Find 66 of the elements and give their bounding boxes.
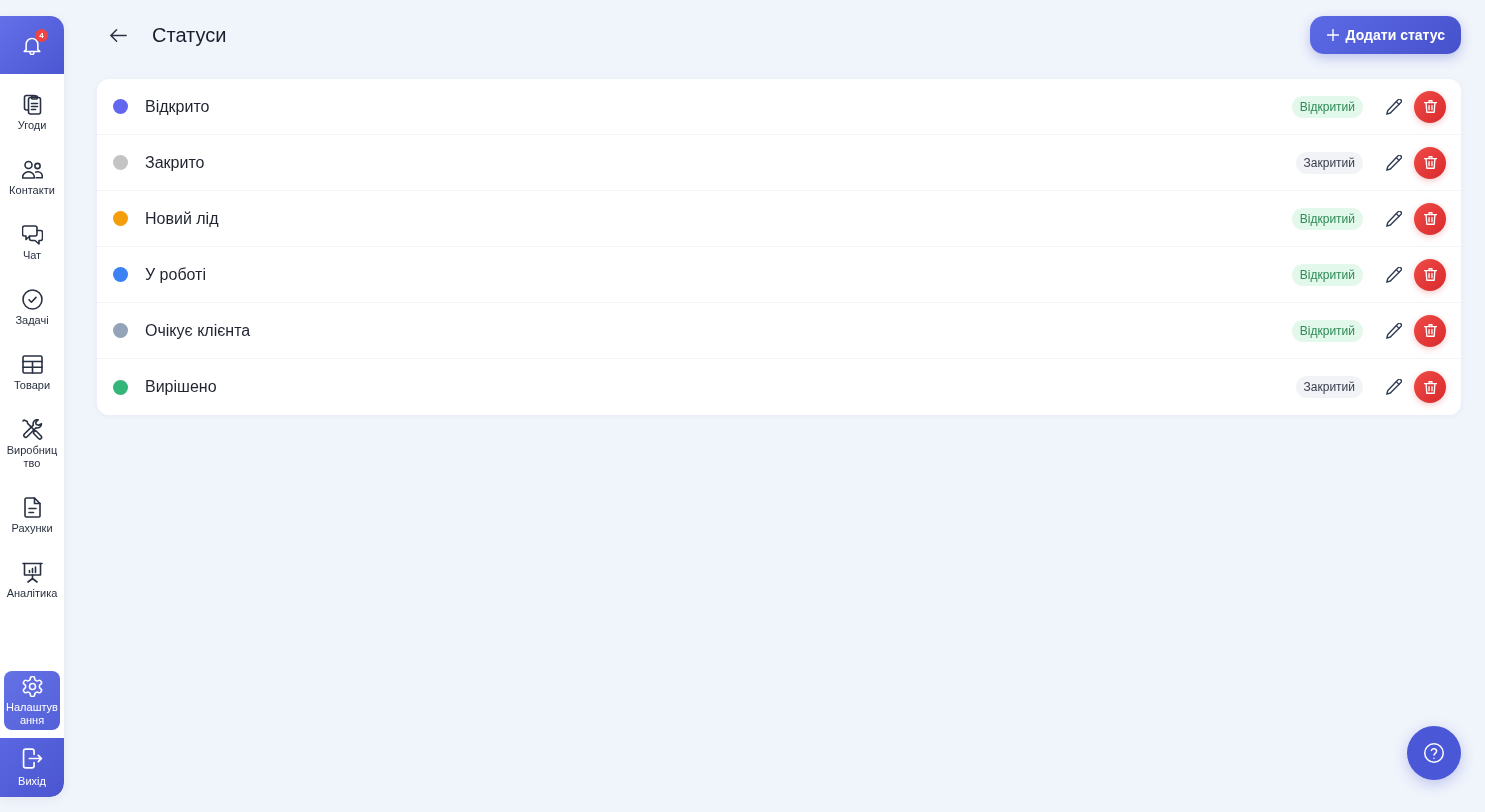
sidebar-item[interactable]: Чат	[4, 220, 60, 266]
clipboards-icon	[21, 94, 43, 115]
sidebar-item[interactable]: Аналітика	[4, 558, 60, 604]
table-icon	[21, 354, 43, 375]
edit-button[interactable]	[1386, 379, 1402, 395]
pencil-icon	[1386, 322, 1402, 339]
delete-button[interactable]	[1414, 202, 1446, 235]
logout-icon	[21, 747, 43, 769]
plus-icon	[1326, 29, 1339, 41]
status-type-badge: Відкритий	[1291, 263, 1363, 286]
sidebar-item[interactable]: Контакти	[4, 155, 60, 201]
status-name: Новий лід	[145, 209, 219, 228]
people-icon	[21, 159, 43, 180]
document-icon	[21, 497, 43, 518]
pencil-icon	[1386, 266, 1402, 283]
status-type-badge: Відкритий	[1291, 207, 1363, 230]
chat-bubbles-icon	[21, 224, 43, 245]
edit-button[interactable]	[1386, 98, 1402, 115]
delete-button[interactable]	[1414, 371, 1446, 403]
pencil-icon	[1386, 98, 1402, 115]
trash-icon	[1423, 324, 1437, 337]
delete-button[interactable]	[1414, 90, 1446, 123]
status-name: У роботі	[145, 265, 206, 284]
delete-button[interactable]	[1414, 146, 1446, 179]
back-button[interactable]	[110, 28, 127, 42]
sidebar-item[interactable]: Товари	[4, 350, 60, 396]
status-name: Вирішено	[145, 378, 217, 396]
status-type-badge: Закритий	[1295, 151, 1363, 174]
sidebar-item[interactable]: Налаштування	[4, 671, 60, 730]
trash-icon	[1423, 380, 1437, 394]
sidebar-item[interactable]: Задачі	[4, 285, 60, 331]
status-type-badge: Відкритий	[1291, 95, 1363, 118]
status-type-badge: Відкритий	[1291, 319, 1363, 342]
status-name: Відкрито	[145, 97, 210, 116]
pencil-icon	[1386, 154, 1402, 171]
bell-icon	[23, 35, 41, 55]
check-circle-icon	[21, 289, 43, 310]
trash-icon	[1423, 100, 1437, 113]
sidebar-item[interactable]: Рахунки	[4, 493, 60, 539]
wrench-screwdriver-icon	[21, 419, 43, 440]
help-button[interactable]	[1407, 726, 1461, 780]
pencil-icon	[1386, 210, 1402, 227]
help-icon	[1424, 743, 1444, 763]
page-title: Статуси	[152, 23, 227, 47]
status-name: Очікує клієнта	[145, 321, 251, 340]
chart-board-icon	[21, 562, 43, 583]
sidebar-item[interactable]: Угоди	[4, 90, 60, 136]
edit-button[interactable]	[1386, 322, 1402, 339]
back-arrow-icon	[110, 28, 127, 42]
pencil-icon	[1386, 379, 1402, 395]
settings-icon	[21, 676, 43, 697]
trash-icon	[1423, 156, 1437, 169]
delete-button[interactable]	[1414, 258, 1446, 291]
status-name: Закрито	[145, 153, 205, 172]
notifications-button[interactable]: 4	[0, 16, 64, 74]
edit-button[interactable]	[1386, 154, 1402, 171]
notification-count-badge: 4	[35, 29, 48, 42]
sidebar-item[interactable]: Виробництво	[4, 415, 60, 474]
edit-button[interactable]	[1386, 210, 1402, 227]
trash-icon	[1423, 268, 1437, 281]
add-status-button[interactable]: Додати статус	[1309, 16, 1461, 54]
delete-button[interactable]	[1414, 314, 1446, 347]
logout-button[interactable]: Вихід	[0, 738, 64, 797]
status-type-badge: Закритий	[1295, 376, 1363, 398]
trash-icon	[1423, 212, 1437, 225]
edit-button[interactable]	[1386, 266, 1402, 283]
